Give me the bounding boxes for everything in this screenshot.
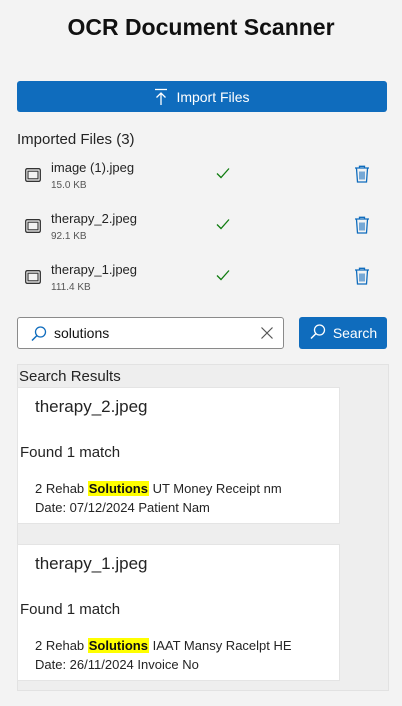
imported-files-heading: Imported Files (3) <box>17 131 135 148</box>
file-item: image (1).jpeg 15.0 KB <box>17 160 387 196</box>
clear-icon[interactable] <box>260 326 274 345</box>
search-box <box>17 317 284 349</box>
result-file-name: therapy_1.jpeg <box>35 554 148 573</box>
app-title: OCR Document Scanner <box>67 14 335 40</box>
trash-icon[interactable] <box>353 164 371 189</box>
file-item: therapy_2.jpeg 92.1 KB <box>17 211 387 247</box>
result-match-count: Found 1 match <box>20 444 121 461</box>
trash-icon[interactable] <box>353 266 371 291</box>
image-file-icon <box>25 168 41 187</box>
file-size: 15.0 KB <box>51 180 87 191</box>
file-name: therapy_2.jpeg <box>51 211 138 226</box>
image-file-icon <box>25 219 41 238</box>
result-snippet-line: 2 Rehab Solutions IAAT Mansy Racelpt HE <box>35 638 292 653</box>
result-snippet-line: 2 Rehab Solutions UT Money Receipt nm <box>35 481 282 496</box>
file-name: image (1).jpeg <box>51 160 135 175</box>
image-file-icon <box>25 270 41 289</box>
result-file-name: therapy_2.jpeg <box>35 397 148 416</box>
result-snippet-line: Date: 26/11/2024 Invoice No <box>35 657 199 672</box>
search-icon <box>30 325 48 348</box>
import-files-label: Import Files <box>176 88 250 105</box>
search-button-label: Search <box>332 325 378 341</box>
search-icon <box>309 323 327 344</box>
file-name: therapy_1.jpeg <box>51 262 138 277</box>
result-snippet-line: Date: 07/12/2024 Patient Nam <box>35 500 210 515</box>
check-icon <box>215 217 231 236</box>
search-button[interactable]: Search <box>299 317 387 349</box>
trash-icon[interactable] <box>353 215 371 240</box>
search-highlight: Solutions <box>87 481 149 496</box>
search-results-heading: Search Results <box>19 368 121 385</box>
import-files-button[interactable]: Import Files <box>17 81 387 112</box>
upload-icon <box>154 88 168 106</box>
result-card[interactable]: therapy_1.jpeg Found 1 match 2 Rehab Sol… <box>17 544 340 681</box>
result-match-count: Found 1 match <box>20 601 121 618</box>
search-input[interactable] <box>54 323 249 343</box>
file-size: 111.4 KB <box>51 282 91 293</box>
file-size: 92.1 KB <box>51 231 87 242</box>
file-item: therapy_1.jpeg 111.4 KB <box>17 262 387 298</box>
search-highlight: Solutions <box>87 638 149 653</box>
check-icon <box>215 166 231 185</box>
result-card[interactable]: therapy_2.jpeg Found 1 match 2 Rehab Sol… <box>17 387 340 524</box>
check-icon <box>215 268 231 287</box>
